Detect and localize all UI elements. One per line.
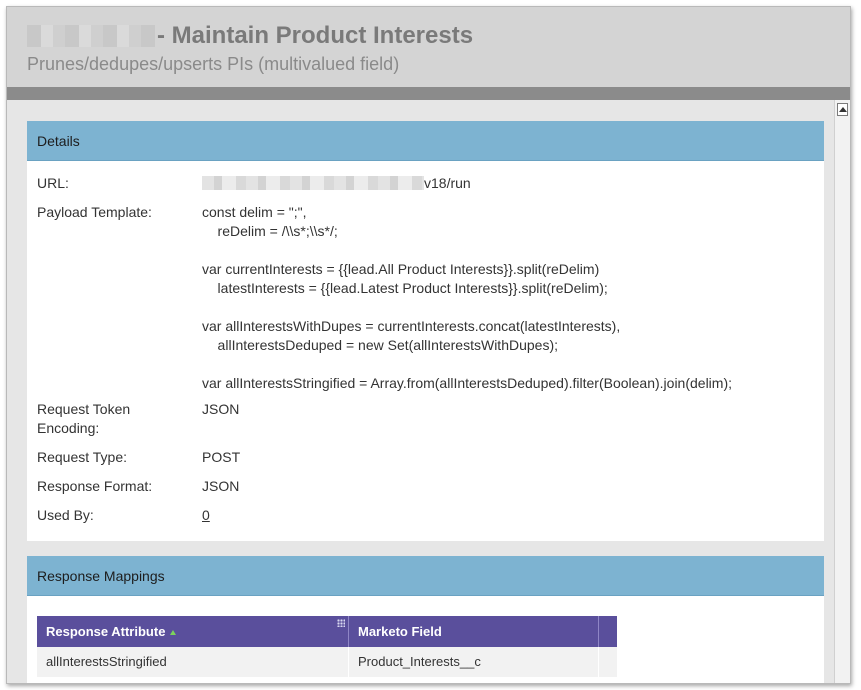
details-panel: Details URL: v18/run Payload Template: c… <box>27 121 824 541</box>
cell-marketo-field: Product_Interests__c <box>349 647 599 677</box>
payload-line: allInterestsDeduped = new Set(allInteres… <box>202 337 559 353</box>
sort-ascending-icon <box>170 630 177 635</box>
vertical-scrollbar[interactable] <box>834 100 850 683</box>
request-token-encoding-value: JSON <box>202 401 240 417</box>
page-subtitle: Prunes/dedupes/upserts PIs (multivalued … <box>27 54 400 74</box>
table-row[interactable]: allInterestsStringified Product_Interest… <box>37 647 617 677</box>
payload-line: var allInterestsStringified = Array.from… <box>202 375 733 391</box>
payload-line: const delim = ";", <box>202 204 307 220</box>
column-header-marketo-field[interactable]: Marketo Field <box>349 616 599 647</box>
url-value: v18/run <box>202 174 471 193</box>
page-header: - Maintain Product Interests Prunes/dedu… <box>7 7 850 87</box>
column-header-label: Response Attribute <box>46 624 166 639</box>
column-resize-grip-icon[interactable] <box>337 619 345 627</box>
title-row: - Maintain Product Interests <box>27 21 473 51</box>
request-token-encoding-label-line2: Encoding: <box>37 420 100 436</box>
cell-response-attribute: allInterestsStringified <box>37 647 349 677</box>
payload-line: latestInterests = {{lead.Latest Product … <box>202 280 608 296</box>
request-type-value: POST <box>202 449 241 465</box>
details-panel-title: Details <box>27 121 824 161</box>
scroll-up-arrow-icon[interactable] <box>837 103 848 116</box>
webhook-detail-window: - Maintain Product Interests Prunes/dedu… <box>6 6 851 684</box>
url-label: URL: <box>37 175 69 191</box>
url-value-suffix: v18/run <box>424 175 471 191</box>
response-format-label: Response Format: <box>37 478 153 494</box>
header-divider-bar <box>7 87 850 100</box>
response-mappings-grid: Response Attribute Marketo Field allInte… <box>37 616 617 677</box>
cell-spacer <box>599 647 617 677</box>
payload-line: var allInterestsWithDupes = currentInter… <box>202 318 621 334</box>
payload-line: var currentInterests = {{lead.All Produc… <box>202 261 600 277</box>
content-area: Details URL: v18/run Payload Template: c… <box>7 100 836 683</box>
redacted-url <box>202 176 424 190</box>
column-header-label: Marketo Field <box>358 624 442 639</box>
payload-line: reDelim = /\\s*;\\s*/; <box>202 223 338 239</box>
payload-template-label: Payload Template: <box>37 204 152 220</box>
used-by-label: Used By: <box>37 507 94 523</box>
request-token-encoding-label: Request Token Encoding: <box>37 400 187 438</box>
response-mappings-panel-title: Response Mappings <box>27 556 824 596</box>
page-title: - Maintain Product Interests <box>157 22 474 49</box>
column-header-response-attribute[interactable]: Response Attribute <box>37 616 349 647</box>
request-type-label: Request Type: <box>37 449 128 465</box>
column-header-spacer <box>599 616 617 647</box>
response-mappings-panel: Response Mappings Response Attribute Mar… <box>27 556 824 683</box>
response-format-value: JSON <box>202 478 240 494</box>
used-by-link[interactable]: 0 <box>202 506 210 525</box>
grid-header: Response Attribute Marketo Field <box>37 616 617 647</box>
request-token-encoding-label-line1: Request Token <box>37 401 131 417</box>
redacted-webhook-name <box>27 25 155 47</box>
